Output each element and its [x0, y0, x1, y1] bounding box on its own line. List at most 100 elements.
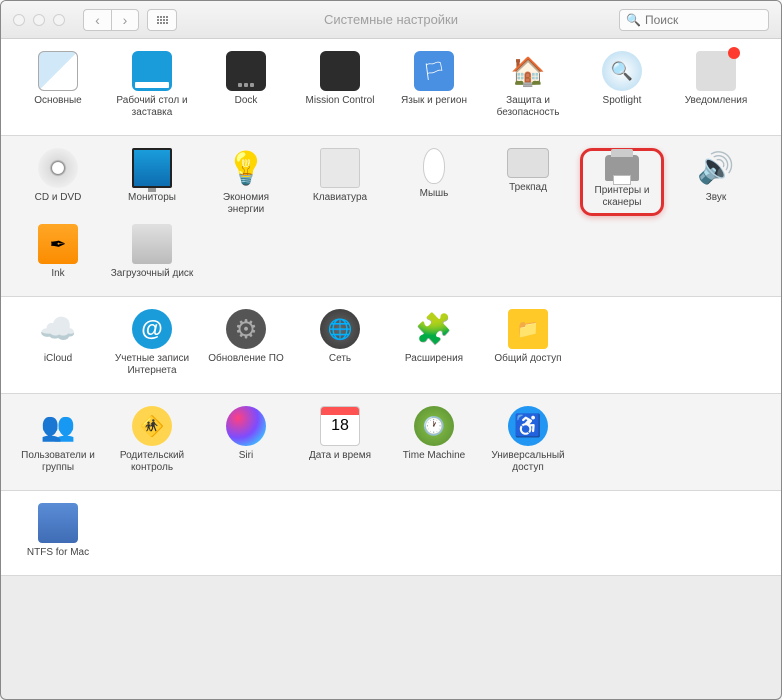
preference-panes: Основные Рабочий стол и заставка Dock Missi…	[1, 39, 781, 576]
titlebar: ‹ › Системные настройки 🔍	[1, 1, 781, 39]
ink-icon: ✒	[38, 224, 78, 264]
section-4: NTFS for Mac	[1, 491, 781, 576]
desktop-icon	[132, 51, 172, 91]
pref-item-startup[interactable]: Загрузочный диск	[110, 224, 194, 280]
section-3: 👥 Пользователи и группы 🚸 Родительский конт…	[1, 394, 781, 491]
pref-label: Защита и безопасность	[486, 95, 570, 119]
zoom-button[interactable]	[53, 14, 65, 26]
pref-item-network[interactable]: 🌐Сеть	[298, 309, 382, 377]
pref-label: NTFS for Mac	[27, 547, 89, 559]
pref-label: Родительский контроль	[110, 450, 194, 474]
pref-label: Time Machine	[403, 450, 465, 462]
pref-label: Обновление ПО	[208, 353, 283, 365]
pref-item-desktop[interactable]: Рабочий стол и заставка	[110, 51, 194, 119]
pref-label: Dock	[235, 95, 258, 107]
pref-item-users[interactable]: 👥 Пользователи и группы	[16, 406, 100, 474]
pref-item-sharing[interactable]: 📁Общий доступ	[486, 309, 570, 377]
accounts-icon: @	[132, 309, 172, 349]
section-2: ☁️iCloud@Учетные записи Интернета ⚙ Обновл…	[1, 297, 781, 394]
printers-icon	[605, 155, 639, 181]
cddvd-icon	[38, 148, 78, 188]
window-title: Системные настройки	[324, 12, 458, 27]
pref-label: Расширения	[405, 353, 463, 365]
siri-icon	[226, 406, 266, 446]
energy-icon: 💡	[226, 148, 266, 188]
forward-button[interactable]: ›	[111, 9, 139, 31]
pref-item-displays[interactable]: Мониторы	[110, 148, 194, 216]
row: ☁️iCloud@Учетные записи Интернета ⚙ Обновл…	[11, 309, 771, 385]
pref-item-printers[interactable]: Принтеры и сканеры	[580, 148, 664, 216]
row: 👥 Пользователи и группы 🚸 Родительский конт…	[11, 406, 771, 482]
pref-item-keyboard[interactable]: Клавиатура	[298, 148, 382, 216]
pref-label: Ink	[51, 268, 64, 280]
pref-label: Рабочий стол и заставка	[110, 95, 194, 119]
row: Основные Рабочий стол и заставка Dock Missi…	[11, 51, 771, 127]
mouse-icon	[423, 148, 445, 184]
pref-item-datetime[interactable]: 18 Дата и время	[298, 406, 382, 474]
extensions-icon: 🧩	[414, 309, 454, 349]
pref-item-accessibility[interactable]: ♿Универсальный доступ	[486, 406, 570, 474]
datetime-icon: 18	[320, 406, 360, 446]
pref-item-energy[interactable]: 💡Экономия энергии	[204, 148, 288, 216]
nav-buttons: ‹ ›	[83, 9, 139, 31]
users-icon: 👥	[38, 406, 78, 446]
parental-icon: 🚸	[132, 406, 172, 446]
pref-item-timemachine[interactable]: 🕐 Time Machine	[392, 406, 476, 474]
section-0: Основные Рабочий стол и заставка Dock Missi…	[1, 39, 781, 136]
startup-icon	[132, 224, 172, 264]
pref-item-lang[interactable]: 🏳Язык и регион	[392, 51, 476, 119]
sharing-icon: 📁	[508, 309, 548, 349]
pref-item-dock[interactable]: Dock	[204, 51, 288, 119]
pref-item-mouse[interactable]: Мышь	[392, 148, 476, 216]
pref-item-spotlight[interactable]: Spotlight	[580, 51, 664, 119]
pref-label: Мышь	[420, 188, 449, 200]
pref-item-mission[interactable]: Mission Control	[298, 51, 382, 119]
pref-item-siri[interactable]: Siri	[204, 406, 288, 474]
section-1: CD и DVD Мониторы 💡Экономия энергии Клавиат…	[1, 136, 781, 297]
update-icon: ⚙	[226, 309, 266, 349]
pref-item-trackpad[interactable]: Трекпад	[486, 148, 570, 216]
trackpad-icon	[507, 148, 549, 178]
minimize-button[interactable]	[33, 14, 45, 26]
pref-item-cddvd[interactable]: CD и DVD	[16, 148, 100, 216]
mission-icon	[320, 51, 360, 91]
pref-label: Mission Control	[306, 95, 375, 107]
pref-label: Пользователи и группы	[16, 450, 100, 474]
accessibility-icon: ♿	[508, 406, 548, 446]
pref-item-ink[interactable]: ✒ Ink	[16, 224, 100, 280]
pref-label: Дата и время	[309, 450, 371, 462]
pref-label: CD и DVD	[35, 192, 82, 204]
pref-item-parental[interactable]: 🚸 Родительский контроль	[110, 406, 194, 474]
pref-item-general[interactable]: Основные	[16, 51, 100, 119]
notification-badge	[728, 47, 740, 59]
pref-item-sound[interactable]: 🔊Звук	[674, 148, 758, 216]
timemachine-icon: 🕐	[414, 406, 454, 446]
row: NTFS for Mac	[11, 503, 771, 567]
pref-label: Принтеры и сканеры	[585, 185, 659, 209]
lang-icon: 🏳	[414, 51, 454, 91]
pref-item-update[interactable]: ⚙ Обновление ПО	[204, 309, 288, 377]
search-icon: 🔍	[626, 13, 641, 27]
spotlight-icon	[602, 51, 642, 91]
displays-icon	[132, 148, 172, 188]
pref-label: Siri	[239, 450, 253, 462]
pref-label: Клавиатура	[313, 192, 367, 204]
network-icon: 🌐	[320, 309, 360, 349]
pref-label: Основные	[34, 95, 81, 107]
pref-item-extensions[interactable]: 🧩 Расширения	[392, 309, 476, 377]
pref-item-security[interactable]: 🏠Защита и безопасность	[486, 51, 570, 119]
show-all-button[interactable]	[147, 9, 177, 31]
system-preferences-window: ‹ › Системные настройки 🔍 Основные Рабочи…	[0, 0, 782, 700]
search-field[interactable]: 🔍	[619, 9, 769, 31]
close-button[interactable]	[13, 14, 25, 26]
back-button[interactable]: ‹	[83, 9, 111, 31]
pref-item-icloud[interactable]: ☁️iCloud	[16, 309, 100, 377]
pref-item-notifications[interactable]: Уведомления	[674, 51, 758, 119]
icloud-icon: ☁️	[38, 309, 78, 349]
pref-item-ntfs[interactable]: NTFS for Mac	[16, 503, 100, 559]
pref-label: Мониторы	[128, 192, 176, 204]
search-input[interactable]	[645, 13, 762, 27]
pref-item-accounts[interactable]: @Учетные записи Интернета	[110, 309, 194, 377]
keyboard-icon	[320, 148, 360, 188]
sound-icon: 🔊	[696, 148, 736, 188]
